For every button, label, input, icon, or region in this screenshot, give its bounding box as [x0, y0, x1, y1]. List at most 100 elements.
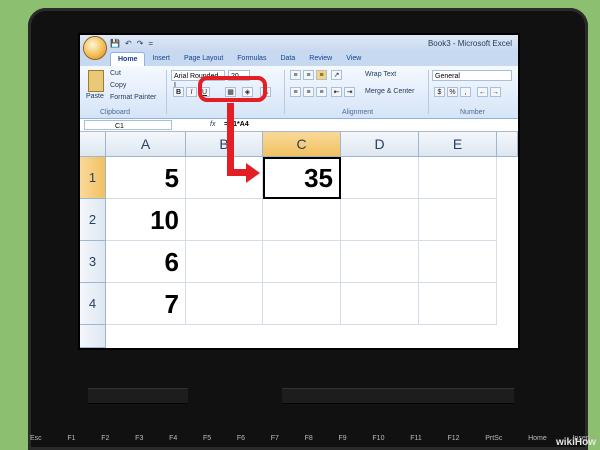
window-title: Book3 - Microsoft Excel — [427, 39, 512, 48]
align-center-icon[interactable]: ≡ — [303, 87, 314, 97]
cell-a4[interactable]: 7 — [106, 283, 186, 325]
merge-center-button[interactable]: Merge & Center — [365, 88, 414, 95]
wikihow-watermark: wikiHow — [555, 437, 596, 448]
increase-indent-icon[interactable]: ⇥ — [344, 87, 355, 97]
cell-a2[interactable]: 10 — [106, 199, 186, 241]
wrap-text-button[interactable]: Wrap Text — [365, 71, 396, 78]
align-left-icon[interactable]: ≡ — [290, 87, 301, 97]
title-bar: 💾 ↶ ↷ = Book3 - Microsoft Excel — [80, 35, 518, 59]
key-f4[interactable]: F4 — [169, 435, 177, 442]
key-f6[interactable]: F6 — [237, 435, 245, 442]
cell-a3[interactable]: 6 — [106, 241, 186, 283]
cell-c3[interactable] — [263, 241, 341, 283]
cell-c1[interactable]: 35 — [263, 157, 341, 199]
cell-c2[interactable] — [263, 199, 341, 241]
align-middle-icon[interactable]: ≡ — [303, 70, 314, 80]
bold-button[interactable]: B — [173, 87, 184, 97]
column-header-a[interactable]: A — [106, 132, 186, 157]
comma-button[interactable]: , — [460, 87, 471, 97]
cell-b2[interactable] — [186, 199, 263, 241]
cell-d4[interactable] — [341, 283, 419, 325]
formula-bar: C1 fx =A1*A4 — [80, 119, 518, 132]
undo-icon[interactable]: ↶ — [125, 39, 132, 48]
key-f10[interactable]: F10 — [372, 435, 384, 442]
row-header-1[interactable]: 1 — [80, 157, 106, 199]
align-bottom-icon[interactable]: ≡ — [316, 70, 327, 80]
row-header-5[interactable] — [80, 325, 106, 348]
redo-icon[interactable]: ↷ — [137, 39, 144, 48]
decrease-decimal-icon[interactable]: → — [490, 87, 501, 97]
number-group-label: Number — [460, 109, 485, 116]
cell-a1[interactable]: 5 — [106, 157, 186, 199]
cell-e3[interactable] — [419, 241, 497, 283]
cell-d2[interactable] — [341, 199, 419, 241]
bezel-hinge-right — [282, 388, 514, 404]
cell-b3[interactable] — [186, 241, 263, 283]
row-header-4[interactable]: 4 — [80, 283, 106, 325]
key-prtsc[interactable]: PrtSc — [485, 435, 502, 442]
cell-b4[interactable] — [186, 283, 263, 325]
cell-c4[interactable] — [263, 283, 341, 325]
key-f2[interactable]: F2 — [101, 435, 109, 442]
align-top-icon[interactable]: ≡ — [290, 70, 301, 80]
tab-home[interactable]: Home — [110, 52, 146, 66]
copy-button[interactable]: Copy — [110, 82, 126, 89]
ribbon: Paste Cut Copy Format Painter Clipboard … — [80, 66, 518, 119]
spreadsheet-grid: A B C D E 1 2 3 4 5 10 6 7 35 — [80, 132, 518, 348]
percent-button[interactable]: % — [447, 87, 458, 97]
orientation-icon[interactable]: ↗ — [331, 70, 342, 80]
tab-review[interactable]: Review — [302, 52, 339, 66]
name-box[interactable]: C1 — [84, 120, 172, 130]
format-painter-button[interactable]: Format Painter — [110, 94, 156, 101]
quick-access-toolbar: 💾 ↶ ↷ = — [110, 39, 153, 48]
decrease-indent-icon[interactable]: ⇤ — [331, 87, 342, 97]
tab-data[interactable]: Data — [273, 52, 302, 66]
number-format-box[interactable]: General — [432, 70, 512, 81]
cell-d1[interactable] — [341, 157, 419, 199]
align-right-icon[interactable]: ≡ — [316, 87, 327, 97]
cell-d3[interactable] — [341, 241, 419, 283]
key-esc[interactable]: Esc — [30, 435, 42, 442]
ribbon-tabs: Home Insert Page Layout Formulas Data Re… — [80, 52, 518, 66]
key-f5[interactable]: F5 — [203, 435, 211, 442]
alignment-group-label: Alignment — [342, 109, 374, 116]
arrow-right-icon — [246, 163, 260, 183]
key-f3[interactable]: F3 — [135, 435, 143, 442]
key-home[interactable]: Home — [528, 435, 547, 442]
separator — [166, 70, 167, 114]
row-header-3[interactable]: 3 — [80, 241, 106, 283]
bezel-hinge-left — [88, 388, 188, 404]
save-icon[interactable]: 💾 — [110, 39, 120, 48]
tab-formulas[interactable]: Formulas — [230, 52, 273, 66]
key-f7[interactable]: F7 — [271, 435, 279, 442]
key-f11[interactable]: F11 — [410, 435, 422, 442]
office-button[interactable] — [84, 37, 106, 59]
cell-e2[interactable] — [419, 199, 497, 241]
tab-insert[interactable]: Insert — [145, 52, 177, 66]
tab-page-layout[interactable]: Page Layout — [177, 52, 230, 66]
highlight-arrow-stem — [227, 103, 234, 176]
currency-button[interactable]: $ — [434, 87, 445, 97]
increase-decimal-icon[interactable]: ← — [477, 87, 488, 97]
tab-view[interactable]: View — [339, 52, 368, 66]
select-all-corner[interactable] — [80, 132, 106, 157]
column-header-d[interactable]: D — [341, 132, 419, 157]
column-header-e[interactable]: E — [419, 132, 497, 157]
cell-e1[interactable] — [419, 157, 497, 199]
paste-button[interactable]: Paste — [86, 93, 104, 100]
column-header-c[interactable]: C — [263, 132, 341, 157]
cell-e4[interactable] — [419, 283, 497, 325]
column-header-b[interactable]: B — [186, 132, 263, 157]
key-f8[interactable]: F8 — [305, 435, 313, 442]
paste-icon[interactable] — [88, 70, 104, 92]
key-f9[interactable]: F9 — [339, 435, 347, 442]
italic-button[interactable]: I — [186, 87, 197, 97]
customize-icon[interactable]: = — [148, 39, 153, 48]
fx-icon[interactable]: fx — [210, 121, 215, 128]
row-header-2[interactable]: 2 — [80, 199, 106, 241]
cut-button[interactable]: Cut — [110, 70, 121, 77]
keyboard-function-row: Esc F1 F2 F3 F4 F5 F6 F7 F8 F9 F10 F11 F… — [30, 435, 590, 442]
key-f1[interactable]: F1 — [67, 435, 75, 442]
column-header-f[interactable] — [497, 132, 518, 157]
key-f12[interactable]: F12 — [447, 435, 459, 442]
